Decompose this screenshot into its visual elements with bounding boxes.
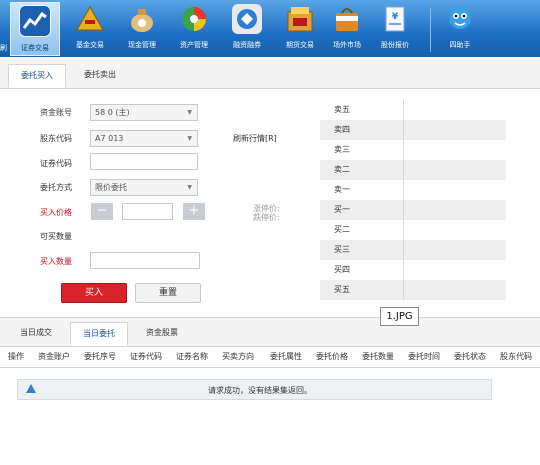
column-header[interactable]: 证券名称 xyxy=(176,351,208,362)
tab-funds-stocks[interactable]: 资金股票 xyxy=(134,322,190,346)
toolbar-label: 融资融券 xyxy=(233,41,261,49)
toolbar-label: 证券交易 xyxy=(21,44,49,52)
buy-price-input[interactable] xyxy=(122,203,173,220)
account-select[interactable]: 58 0 (主) ▼ xyxy=(90,104,198,121)
column-header[interactable]: 委托状态 xyxy=(454,351,486,362)
toolbar-label: 期货交易 xyxy=(286,41,314,49)
order-book-row: 买二 xyxy=(320,220,506,240)
column-header[interactable]: 委托序号 xyxy=(84,351,116,362)
market-bag-icon xyxy=(332,4,362,34)
column-header[interactable]: 操作 xyxy=(8,351,24,362)
toolbar-label: 资产管理 xyxy=(180,41,208,49)
status-message: 请求成功，没有结果集返回。 xyxy=(208,386,312,395)
buy-quantity-input[interactable] xyxy=(90,252,200,269)
reset-button[interactable]: 重置 xyxy=(135,283,201,303)
toolbar-label: 四助手 xyxy=(449,41,471,49)
holder-code-label: 股东代码 xyxy=(40,134,72,143)
order-book-row: 卖一 xyxy=(320,180,506,200)
order-tabs: 委托买入 委托卖出 xyxy=(0,58,540,89)
stock-chart-icon xyxy=(19,5,51,37)
order-method-select[interactable]: 限价委托 ▼ xyxy=(90,179,198,196)
order-book: 卖五 卖四 卖三 卖二 卖一 买一 买二 买三 买四 买五 xyxy=(320,100,506,300)
holder-code-select[interactable]: A7 013 ▼ xyxy=(90,130,198,147)
tab-today-trades[interactable]: 当日成交 xyxy=(8,322,64,346)
security-code-label: 证券代码 xyxy=(40,159,72,168)
order-book-row: 卖四 xyxy=(320,120,506,140)
chevron-down-icon: ▼ xyxy=(187,109,192,116)
record-tabs: 当日成交 当日委托 资金股票 xyxy=(0,317,540,347)
column-header[interactable]: 资金账户 xyxy=(38,351,70,362)
status-message-bar: 请求成功，没有结果集返回。 xyxy=(17,379,492,400)
toolbar-asset-management[interactable]: 资产管理 xyxy=(169,2,219,56)
buy-button[interactable]: 买入 xyxy=(61,283,127,303)
toolbar-securities-trading[interactable]: 证券交易 xyxy=(10,2,60,56)
price-increase-button[interactable]: + xyxy=(183,203,205,220)
tab-sell-order[interactable]: 委托卖出 xyxy=(72,64,128,88)
column-header[interactable]: 证券代码 xyxy=(130,351,162,362)
column-header[interactable]: 股东代码 xyxy=(500,351,532,362)
account-label: 资金账号 xyxy=(40,108,72,117)
toolbar-label: 现金管理 xyxy=(128,41,156,49)
orders-table-header: 操作 资金账户 委托序号 证券代码 证券名称 买卖方向 委托属性 委托价格 委托… xyxy=(0,345,540,368)
toolbar-separator xyxy=(430,8,431,52)
toolbar-otc-market[interactable]: 场外市场 xyxy=(322,2,372,56)
fund-pyramid-icon xyxy=(75,4,105,34)
tab-today-orders[interactable]: 当日委托 xyxy=(70,322,128,346)
account-value: 58 0 (主) xyxy=(95,108,130,117)
column-header[interactable]: 委托数量 xyxy=(362,351,394,362)
order-book-row: 卖三 xyxy=(320,140,506,160)
toolbar-fund-trading[interactable]: 基金交易 xyxy=(65,2,115,56)
column-header[interactable]: 买卖方向 xyxy=(222,351,254,362)
security-code-input[interactable] xyxy=(90,153,198,170)
chevron-down-icon: ▼ xyxy=(187,135,192,142)
toolbar-futures-trading[interactable]: 期货交易 xyxy=(275,2,325,56)
holder-code-value: A7 013 xyxy=(95,134,124,143)
chevron-down-icon: ▼ xyxy=(187,184,192,191)
order-book-row: 买一 xyxy=(320,200,506,220)
order-book-row: 买三 xyxy=(320,240,506,260)
futures-box-icon xyxy=(285,4,315,34)
order-book-row: 卖五 xyxy=(320,100,506,120)
refresh-quote-link[interactable]: 刷新行情[R] xyxy=(233,133,277,144)
price-decrease-button[interactable]: − xyxy=(91,203,113,220)
limit-down-label: 跌停价: xyxy=(253,213,280,222)
order-book-row: 卖二 xyxy=(320,160,506,180)
order-book-row: 买五 xyxy=(320,280,506,300)
info-icon xyxy=(26,384,36,393)
order-method-label: 委托方式 xyxy=(40,183,72,192)
buy-quantity-label: 买入数量 xyxy=(40,257,72,266)
toolbar-partial-label: 刷 xyxy=(0,44,7,52)
order-book-row: 买四 xyxy=(320,260,506,280)
main-toolbar: 刷 证券交易 基金交易 现金管理 资产管理 融资融券 期货交易 场外市场 ¥ 股… xyxy=(0,0,540,57)
column-header[interactable]: 委托价格 xyxy=(316,351,348,362)
toolbar-label: 场外市场 xyxy=(333,41,361,49)
file-name-label: 1.JPG xyxy=(380,307,419,326)
yen-document-icon: ¥ xyxy=(380,4,410,34)
toolbar-margin-trading[interactable]: 融资融券 xyxy=(222,2,272,56)
svg-text:¥: ¥ xyxy=(392,12,399,22)
toolbar-share-quotation[interactable]: ¥ 股份报价 xyxy=(370,2,420,56)
pie-chart-icon xyxy=(179,4,209,34)
buy-price-label: 买入价格 xyxy=(40,208,72,217)
column-header[interactable]: 委托属性 xyxy=(270,351,302,362)
toolbar-label: 股份报价 xyxy=(381,41,409,49)
column-header[interactable]: 委托时间 xyxy=(408,351,440,362)
toolbar-label: 基金交易 xyxy=(76,41,104,49)
assistant-mascot-icon xyxy=(445,4,475,34)
margin-icon xyxy=(232,4,262,34)
toolbar-assistant[interactable]: 四助手 xyxy=(435,2,485,56)
toolbar-cash-management[interactable]: 现金管理 xyxy=(117,2,167,56)
can-buy-quantity-label: 可买数量 xyxy=(40,232,72,241)
money-bag-icon xyxy=(127,4,157,34)
tab-buy-order[interactable]: 委托买入 xyxy=(8,64,66,88)
order-method-value: 限价委托 xyxy=(95,183,127,192)
